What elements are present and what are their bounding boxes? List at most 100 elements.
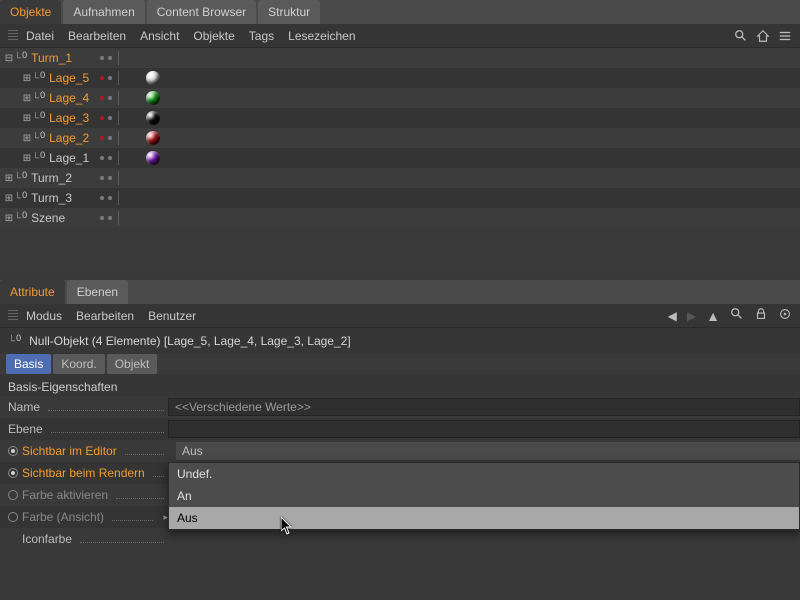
menu-modus[interactable]: Modus xyxy=(26,309,62,323)
visibility-dots[interactable] xyxy=(100,111,121,125)
sichtbar-editor-dropdown[interactable]: Aus xyxy=(176,442,800,460)
tree-item-label[interactable]: Lage_1 xyxy=(49,151,89,165)
tree-row-lage2[interactable]: ⊞└0Lage_2 xyxy=(0,128,800,148)
menu-icon[interactable] xyxy=(778,29,792,43)
tab-label: Content Browser xyxy=(157,5,246,19)
expand-icon[interactable]: ⊞ xyxy=(22,73,32,84)
menu-bearbeiten[interactable]: Bearbeiten xyxy=(68,29,126,43)
section-header: Basis-Eigenschaften xyxy=(0,374,800,396)
expand-icon[interactable]: ⊞ xyxy=(22,133,32,144)
tree-row-turm2[interactable]: ⊞└0Turm_2 xyxy=(0,168,800,188)
tree-row-turm1[interactable]: ⊟└0Turm_1 xyxy=(0,48,800,68)
material-tag-icon[interactable] xyxy=(146,111,160,125)
section-title: Basis-Eigenschaften xyxy=(8,380,117,394)
visibility-dots[interactable] xyxy=(100,51,121,65)
name-field[interactable]: <<Verschiedene Werte>> xyxy=(168,398,800,416)
tab-content-browser[interactable]: Content Browser xyxy=(147,0,256,24)
top-tab-row: Objekte Aufnahmen Content Browser Strukt… xyxy=(0,0,800,24)
radio-icon[interactable] xyxy=(8,512,18,522)
grip-icon[interactable] xyxy=(8,310,18,322)
dropdown-label: Undef. xyxy=(177,467,212,481)
visibility-dots[interactable] xyxy=(100,91,121,105)
tree-row-turm3[interactable]: ⊞└0Turm_3 xyxy=(0,188,800,208)
tree-row-lage4[interactable]: ⊞└0 Lage_4 xyxy=(0,88,800,108)
field-value: Aus xyxy=(182,444,203,458)
attribute-object-header: └0 Null-Objekt (4 Elemente) [Lage_5, Lag… xyxy=(0,328,800,354)
expand-icon[interactable]: ⊞ xyxy=(4,173,14,184)
null-object-icon: └0 xyxy=(32,113,45,124)
tree-item-label[interactable]: Szene xyxy=(31,211,65,225)
tree-item-label[interactable]: Lage_5 xyxy=(49,71,89,85)
ebene-field[interactable] xyxy=(168,420,800,438)
grip-icon[interactable] xyxy=(8,30,18,42)
expand-icon[interactable]: ⊞ xyxy=(22,93,32,104)
up-arrow-icon[interactable]: ▲ xyxy=(706,308,720,324)
tab-ebenen[interactable]: Ebenen xyxy=(67,280,128,304)
expand-icon[interactable]: ⊞ xyxy=(4,193,14,204)
target-icon[interactable] xyxy=(778,307,792,324)
expand-icon[interactable]: ⊞ xyxy=(22,113,32,124)
attribute-subtabs: Basis Koord. Objekt xyxy=(0,354,800,374)
radio-icon[interactable] xyxy=(8,446,18,456)
field-value: <<Verschiedene Werte>> xyxy=(175,400,311,414)
search-icon[interactable] xyxy=(730,307,744,324)
tree-row-lage1[interactable]: ⊞└0Lage_1 xyxy=(0,148,800,168)
menu-benutzer[interactable]: Benutzer xyxy=(148,309,196,323)
tree-item-label[interactable]: Turm_1 xyxy=(31,51,72,65)
prev-icon[interactable]: ◀ xyxy=(668,309,677,323)
radio-icon[interactable] xyxy=(8,468,18,478)
tree-item-label[interactable]: Lage_4 xyxy=(49,91,89,105)
material-tag-icon[interactable] xyxy=(146,71,160,85)
menu-objekte[interactable]: Objekte xyxy=(193,29,234,43)
null-object-icon: └0 xyxy=(32,73,45,84)
visibility-dots[interactable] xyxy=(100,151,121,165)
dropdown-item-an[interactable]: An xyxy=(169,485,799,507)
subtab-basis[interactable]: Basis xyxy=(6,354,51,374)
tab-objekte[interactable]: Objekte xyxy=(0,0,61,24)
prop-label: Sichtbar beim Rendern xyxy=(22,466,145,480)
tab-aufnahmen[interactable]: Aufnahmen xyxy=(63,0,144,24)
null-object-icon: └0 xyxy=(32,93,45,104)
visibility-dots[interactable] xyxy=(100,131,121,145)
visibility-dots[interactable] xyxy=(100,171,121,185)
collapse-icon[interactable]: ⊟ xyxy=(4,53,14,64)
home-icon[interactable] xyxy=(756,29,770,43)
tree-item-label[interactable]: Turm_2 xyxy=(31,171,72,185)
visibility-dots[interactable] xyxy=(100,211,121,225)
prop-label: Farbe (Ansicht) xyxy=(22,510,104,524)
prop-label: Sichtbar im Editor xyxy=(22,444,117,458)
visibility-dots[interactable] xyxy=(100,71,121,85)
subtab-koord[interactable]: Koord. xyxy=(53,354,104,374)
object-tree: ⊟└0Turm_1⊞└0Lage_5⊞└0Lage_4⊞└0Lage_3⊞└0L… xyxy=(0,48,800,272)
dropdown-label: An xyxy=(177,489,192,503)
visibility-dots[interactable] xyxy=(100,191,121,205)
tab-attribute[interactable]: Attribute xyxy=(0,280,65,304)
material-tag-icon[interactable] xyxy=(146,131,160,145)
tab-struktur[interactable]: Struktur xyxy=(258,0,320,24)
tree-row-lage5[interactable]: ⊞└0 Lage_5 xyxy=(0,68,800,88)
dropdown-item-undef[interactable]: Undef. xyxy=(169,463,799,485)
expand-icon[interactable]: ⊞ xyxy=(22,153,32,164)
tree-row-szene[interactable]: ⊞└0Szene xyxy=(0,208,800,228)
dropdown-item-aus[interactable]: Aus xyxy=(169,507,799,529)
tree-item-label[interactable]: Turm_3 xyxy=(31,191,72,205)
iconfarbe-value[interactable] xyxy=(176,530,800,548)
prop-label: Name xyxy=(8,400,40,414)
menu-lesezeichen[interactable]: Lesezeichen xyxy=(288,29,355,43)
subtab-objekt[interactable]: Objekt xyxy=(107,354,158,374)
subtab-label: Koord. xyxy=(61,357,96,371)
tree-row-lage3[interactable]: ⊞└0 Lage_3 xyxy=(0,108,800,128)
menu-bearbeiten2[interactable]: Bearbeiten xyxy=(76,309,134,323)
menu-datei[interactable]: Datei xyxy=(26,29,54,43)
tree-item-label[interactable]: Lage_2 xyxy=(49,131,89,145)
material-tag-icon[interactable] xyxy=(146,151,160,165)
menu-ansicht[interactable]: Ansicht xyxy=(140,29,179,43)
subtab-label: Objekt xyxy=(115,357,150,371)
tree-item-label[interactable]: Lage_3 xyxy=(49,111,89,125)
radio-icon[interactable] xyxy=(8,490,18,500)
lock-icon[interactable] xyxy=(754,307,768,324)
search-icon[interactable] xyxy=(734,29,748,43)
material-tag-icon[interactable] xyxy=(146,91,160,105)
expand-icon[interactable]: ⊞ xyxy=(4,213,14,224)
menu-tags[interactable]: Tags xyxy=(249,29,274,43)
